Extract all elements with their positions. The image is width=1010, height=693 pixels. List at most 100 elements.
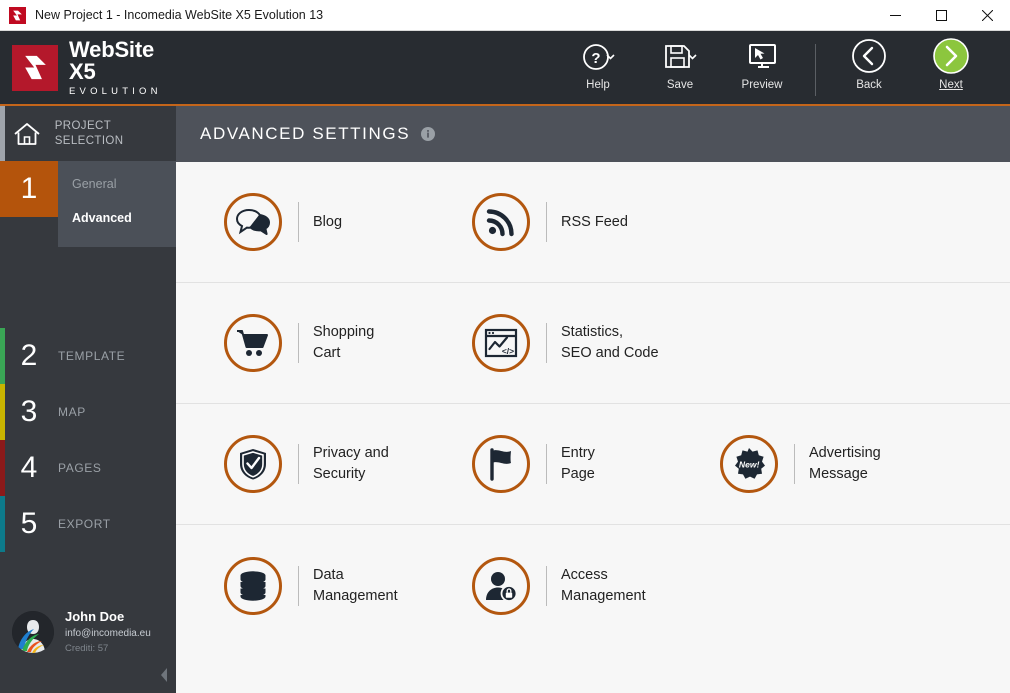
tile-divider — [546, 565, 547, 606]
toolbar-divider — [815, 44, 816, 96]
sidebar: PROJECT SELECTION 1 SETTINGS General Adv… — [0, 106, 176, 693]
back-button[interactable]: Back — [828, 38, 910, 91]
rss-icon — [472, 193, 530, 251]
tile-shopping-cart-label: Shopping Cart — [313, 324, 375, 361]
step-3-label: MAP — [58, 405, 86, 419]
submenu-item-advanced[interactable]: Advanced — [58, 201, 176, 235]
tile-access-management[interactable]: Access Management — [472, 556, 720, 615]
sidebar-step-3[interactable]: 3 MAP — [0, 384, 176, 440]
step-2-number: 2 — [20, 339, 38, 372]
brand-name: WebSite X5 — [69, 36, 154, 84]
svg-text:New!: New! — [739, 460, 760, 470]
chevron-left-circle-icon — [849, 38, 889, 76]
tile-entry-page-label: Entry Page — [561, 445, 595, 482]
tile-divider — [546, 444, 547, 484]
page-title: ADVANCED SETTINGS — [200, 124, 411, 143]
statistics-chart-icon: </> — [472, 314, 530, 372]
tile-divider — [298, 323, 299, 363]
step-5-stripe — [0, 496, 5, 552]
help-label: Help — [586, 79, 610, 91]
step-4-number: 4 — [20, 451, 38, 484]
tile-divider — [298, 444, 299, 484]
save-label: Save — [666, 79, 694, 91]
new-burst-icon: New! — [720, 435, 778, 493]
user-lock-icon — [472, 556, 530, 615]
step-2-stripe — [0, 328, 5, 384]
sidebar-step-5[interactable]: 5 EXPORT — [0, 496, 176, 552]
tile-divider — [794, 444, 795, 484]
step-2-label: TEMPLATE — [58, 349, 126, 363]
window-controls — [872, 0, 1010, 31]
step-5-label: EXPORT — [58, 517, 111, 531]
user-name: John Doe — [65, 609, 125, 625]
step-5-number: 5 — [20, 507, 38, 540]
tile-statistics-seo-code[interactable]: </> Statistics, SEO and Code — [472, 314, 720, 372]
sidebar-step-4[interactable]: 4 PAGES — [0, 440, 176, 496]
tile-advertising-message-label: Advertising Message — [809, 445, 881, 482]
tile-blog-label: Blog — [313, 213, 343, 230]
step-4-stripe — [0, 440, 5, 496]
submenu-general-label: General — [72, 177, 117, 191]
next-label: Next — [939, 79, 963, 91]
user-credits: Crediti: 57 — [65, 643, 109, 655]
content-header: ADVANCED SETTINGS — [176, 106, 1010, 162]
tile-rss-feed-label: RSS Feed — [561, 213, 628, 230]
tile-divider — [546, 323, 547, 363]
step-1-number: 1 — [20, 172, 38, 205]
info-icon[interactable] — [421, 127, 436, 141]
step-3-stripe — [0, 384, 5, 440]
settings-row: Blog RSS Feed — [176, 162, 1010, 283]
tile-privacy-and-security[interactable]: Privacy and Security — [224, 435, 472, 493]
collapse-left-icon[interactable] — [160, 668, 168, 685]
sidebar-step-2[interactable]: 2 TEMPLATE — [0, 328, 176, 384]
monitor-cursor-icon — [744, 38, 780, 76]
save-button[interactable]: Save — [639, 38, 721, 91]
tile-statistics-seo-code-label: Statistics, SEO and Code — [561, 324, 659, 361]
sidebar-item-project-selection[interactable]: PROJECT SELECTION — [0, 106, 176, 161]
application-window: New Project 1 - Incomedia WebSite X5 Evo… — [0, 0, 1010, 693]
svg-text:</>: </> — [502, 346, 514, 356]
content-area: ADVANCED SETTINGS Blog RSS Feed Shopping… — [176, 106, 1010, 693]
submenu-item-general[interactable]: General — [58, 167, 176, 201]
main-toolbar: ? Help Save Preview Back Next — [557, 30, 1010, 105]
floppy-disk-icon — [662, 38, 698, 76]
tile-advertising-message[interactable]: New! Advertising Message — [720, 435, 968, 493]
tile-shopping-cart[interactable]: Shopping Cart — [224, 314, 472, 372]
tile-blog[interactable]: Blog — [224, 193, 472, 251]
tile-data-management[interactable]: Data Management — [224, 556, 472, 615]
svg-text:?: ? — [591, 50, 600, 67]
tile-divider — [546, 202, 547, 242]
brand-edition: EVOLUTION — [69, 85, 162, 97]
help-question-icon: ? — [581, 38, 615, 76]
database-icon — [224, 556, 282, 615]
close-button[interactable] — [964, 0, 1010, 31]
user-email: info@incomedia.eu — [65, 627, 151, 639]
user-profile[interactable]: John Doe info@incomedia.eu Crediti: 57 — [0, 609, 176, 655]
tile-divider — [298, 202, 299, 242]
preview-label: Preview — [741, 79, 783, 91]
window-title: New Project 1 - Incomedia WebSite X5 Evo… — [35, 8, 324, 22]
settings-row: Data Management Access Management — [176, 525, 1010, 646]
next-button[interactable]: Next — [910, 38, 992, 91]
tile-access-management-label: Access Management — [561, 566, 646, 604]
shopping-cart-icon — [224, 314, 282, 372]
minimize-button[interactable] — [872, 0, 918, 31]
preview-button[interactable]: Preview — [721, 38, 803, 91]
user-avatar — [12, 611, 54, 654]
title-bar: New Project 1 - Incomedia WebSite X5 Evo… — [0, 0, 1010, 31]
tile-privacy-and-security-label: Privacy and Security — [313, 445, 389, 482]
tile-data-management-label: Data Management — [313, 566, 398, 604]
back-label: Back — [856, 79, 882, 91]
tile-entry-page[interactable]: Entry Page — [472, 435, 720, 493]
settings-row: Shopping Cart </> Statistics, SEO and Co… — [176, 283, 1010, 404]
speech-bubbles-icon — [224, 193, 282, 251]
shield-check-icon — [224, 435, 282, 493]
home-stripe — [0, 106, 5, 161]
help-button[interactable]: ? Help — [557, 38, 639, 91]
maximize-button[interactable] — [918, 0, 964, 31]
chevron-right-circle-icon — [930, 38, 972, 76]
sidebar-home-label: PROJECT SELECTION — [54, 120, 124, 147]
step-4-label: PAGES — [58, 461, 102, 475]
tile-divider — [298, 565, 299, 606]
tile-rss-feed[interactable]: RSS Feed — [472, 193, 720, 251]
